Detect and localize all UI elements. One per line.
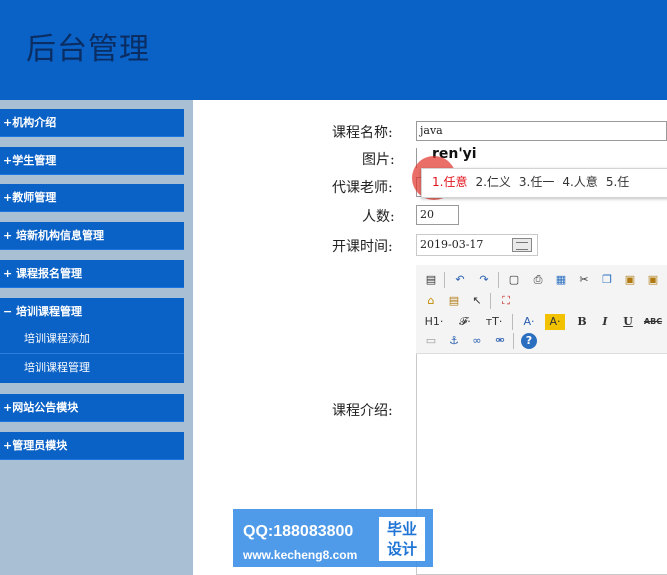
count-input[interactable]: 20 — [416, 205, 459, 225]
ime-candidate[interactable]: 2.仁义 — [475, 175, 510, 189]
sidebar-subitem-course-add[interactable]: 培训课程添加 — [0, 325, 184, 353]
sidebar-subitem-course-manage[interactable]: 培训课程管理 — [0, 353, 184, 382]
fullscreen-icon[interactable]: ⛶ — [498, 293, 514, 309]
sidebar-item-notice[interactable]: +网站公告模块 — [0, 394, 184, 422]
strikethrough-icon[interactable]: ABC — [642, 314, 664, 330]
sidebar-item-enrollment[interactable]: + 课程报名管理 — [0, 260, 184, 288]
header: 后台管理 — [0, 0, 667, 100]
undo-icon[interactable]: ↶ — [452, 272, 468, 288]
course-name-label: 课程名称: — [332, 125, 393, 141]
ime-candidate[interactable]: 5.任 — [606, 175, 629, 189]
copy-icon[interactable]: ❐ — [599, 272, 615, 288]
ime-candidate-popup: 1.任意 2.仁义 3.任一 4.人意 5.任 — [421, 168, 667, 198]
preview-icon[interactable]: ▢ — [506, 272, 522, 288]
underline-icon[interactable]: U — [620, 314, 636, 330]
watermark-qq: QQ:188083800 — [243, 523, 354, 540]
sidebar-item-course[interactable]: − 培训课程管理 — [0, 298, 184, 326]
watermark: QQ:188083800 www.kecheng8.com 毕业 设计 — [233, 509, 433, 567]
watermark-badge-line2: 设计 — [386, 540, 417, 558]
intro-label: 课程介绍: — [332, 403, 393, 419]
unlink-icon[interactable]: ⚮ — [492, 333, 508, 349]
watermark-badge: 毕业 设计 — [379, 517, 425, 561]
help-icon[interactable]: ? — [521, 333, 537, 349]
sidebar-item-org-intro[interactable]: +机构介绍 — [0, 109, 184, 137]
heading-icon[interactable]: H1· — [423, 314, 445, 330]
ime-candidate[interactable]: 4.人意 — [562, 175, 597, 189]
image-label: 图片: — [362, 152, 395, 168]
clear-format-icon[interactable]: ⌂ — [423, 293, 439, 309]
editor-toolbar: ▤ ↶ ↷ ▢ ⎙ ▦ ✂ ❐ ▣ ▣ ⌂ ▤ ↖ ⛶ H1· 𝓕· тT· A… — [416, 265, 667, 354]
format-painter-icon[interactable]: ▤ — [446, 293, 462, 309]
watermark-url: www.kecheng8.com — [243, 548, 358, 562]
count-label: 人数: — [362, 209, 395, 225]
ime-candidate[interactable]: 3.任一 — [519, 175, 554, 189]
paste-icon[interactable]: ▣ — [622, 272, 638, 288]
sidebar-submenu: 培训课程添加 培训课程管理 — [0, 325, 184, 383]
teacher-label: 代课老师: — [332, 180, 393, 196]
start-time-label: 开课时间: — [332, 239, 393, 255]
calendar-icon[interactable] — [512, 238, 532, 252]
bold-icon[interactable]: B — [574, 314, 590, 330]
font-family-icon[interactable]: 𝓕· — [455, 314, 475, 330]
font-color-icon[interactable]: A· — [519, 314, 539, 330]
toolbar-separator — [498, 272, 499, 288]
paste-word-icon[interactable]: ▣ — [645, 272, 661, 288]
link-icon[interactable]: ∞ — [469, 333, 485, 349]
source-icon[interactable]: ▤ — [423, 272, 439, 288]
template-icon[interactable]: ▦ — [553, 272, 569, 288]
ime-candidate[interactable]: 1.任意 — [432, 175, 467, 189]
sidebar-item-student[interactable]: +学生管理 — [0, 147, 184, 175]
redo-icon[interactable]: ↷ — [476, 272, 492, 288]
watermark-badge-line1: 毕业 — [386, 520, 417, 538]
font-size-icon[interactable]: тT· — [483, 314, 505, 330]
sidebar-item-teacher[interactable]: +教师管理 — [0, 184, 184, 212]
select-all-icon[interactable]: ↖ — [469, 293, 485, 309]
sidebar-item-admin[interactable]: +管理员模块 — [0, 432, 184, 460]
print-icon[interactable]: ⎙ — [530, 272, 546, 288]
sidebar-item-org-info[interactable]: + 培新机构信息管理 — [0, 222, 184, 250]
toolbar-separator — [444, 272, 445, 288]
cut-icon[interactable]: ✂ — [576, 272, 592, 288]
page-title: 后台管理 — [26, 32, 150, 67]
anchor-icon[interactable]: ⚓ — [446, 333, 462, 349]
italic-icon[interactable]: I — [597, 314, 613, 330]
toolbar-separator — [513, 333, 514, 349]
course-name-input[interactable]: java — [416, 121, 667, 141]
toolbar-separator — [512, 314, 513, 330]
image-insert-icon[interactable]: ▭ — [423, 333, 439, 349]
toolbar-separator — [490, 293, 491, 309]
highlight-color-icon[interactable]: A· — [545, 314, 565, 330]
